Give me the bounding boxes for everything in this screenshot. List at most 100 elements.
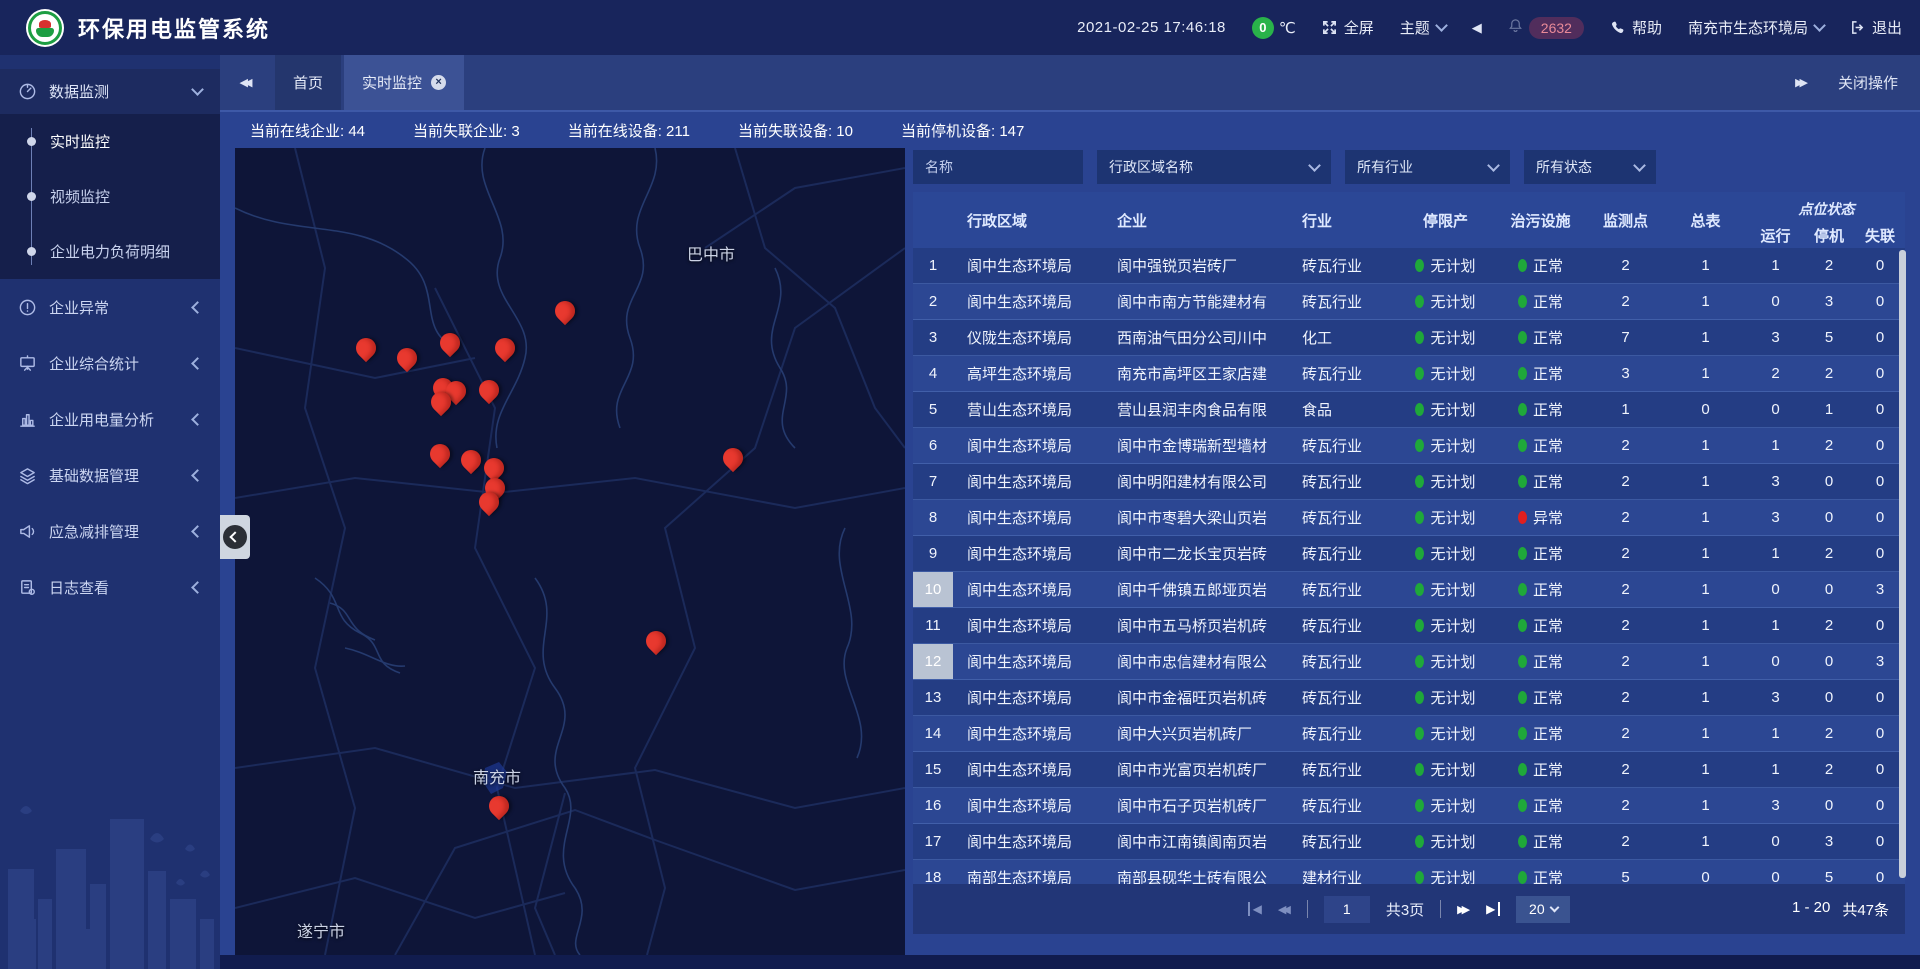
cell-industry: 建材行业 [1288, 860, 1398, 884]
prev-page-button[interactable]: ◀◀ [1278, 903, 1291, 916]
cell-index: 1 [913, 248, 953, 283]
sidebar-item-日志查看[interactable]: 日志查看 [0, 559, 220, 615]
tab-首页[interactable]: 首页 [275, 55, 341, 110]
column-header-run: 运行 [1748, 225, 1803, 246]
cell-region: 阆中生态环境局 [953, 608, 1103, 643]
sidebar-item-label: 应急减排管理 [49, 521, 139, 542]
cell-limit-status: 无计划 [1398, 824, 1493, 859]
sidebar-subitem-实时监控[interactable]: 实时监控 [0, 114, 220, 169]
table-row[interactable]: 3仪陇生态环境局西南油气田分公司川中化工无计划正常71350 [913, 320, 1905, 356]
data-panel: 行政区域名称所有行业所有状态 行政区域 企业 行业 停限产 治污设施 监测点 总… [913, 148, 1905, 955]
logout-button[interactable]: 退出 [1850, 17, 1902, 38]
map-city-label-巴中市: 巴中市 [687, 241, 735, 265]
status-dot-icon [1415, 475, 1424, 488]
chevron-down-icon [1487, 159, 1500, 172]
cell-region: 阆中生态环境局 [953, 752, 1103, 787]
cell-company: 阆中市石子页岩机砖厂 [1103, 788, 1288, 823]
sound-toggle-button[interactable]: ◀ [1472, 20, 1482, 36]
cell-monitor-count: 2 [1588, 608, 1663, 643]
cell-run-count: 1 [1748, 428, 1803, 463]
table-row[interactable]: 14阆中生态环境局阆中大兴页岩机砖厂砖瓦行业无计划正常21120 [913, 716, 1905, 752]
column-header-monitor: 监测点 [1588, 192, 1663, 248]
sidebar-item-基础数据管理[interactable]: 基础数据管理 [0, 447, 220, 503]
table-row[interactable]: 5营山生态环境局营山县润丰肉食品有限食品无计划正常10010 [913, 392, 1905, 428]
cell-run-count: 3 [1748, 320, 1803, 355]
sidebar-item-企业异常[interactable]: 企业异常 [0, 279, 220, 335]
sidebar-subitem-视频监控[interactable]: 视频监控 [0, 169, 220, 224]
notification-area[interactable]: 2632 [1508, 17, 1584, 39]
cell-company: 阆中市江南镇阆南页岩 [1103, 824, 1288, 859]
table-row[interactable]: 13阆中生态环境局阆中市金福旺页岩机砖砖瓦行业无计划正常21300 [913, 680, 1905, 716]
cell-region: 营山生态环境局 [953, 392, 1103, 427]
pages-count-label: 共3页 [1386, 899, 1424, 920]
column-header-index [913, 192, 953, 248]
cell-index: 3 [913, 320, 953, 355]
table-row[interactable]: 9阆中生态环境局阆中市二龙长宝页岩砖砖瓦行业无计划正常21120 [913, 536, 1905, 572]
cell-lost-count: 0 [1855, 824, 1905, 859]
page-number-input[interactable]: 1 [1324, 896, 1370, 923]
tab-实时监控[interactable]: 实时监控× [344, 55, 464, 110]
cell-stop-count: 5 [1803, 860, 1855, 884]
megaphone-icon [18, 522, 37, 541]
sidebar-item-企业综合统计[interactable]: 企业综合统计 [0, 335, 220, 391]
table-row[interactable]: 17阆中生态环境局阆中市江南镇阆南页岩砖瓦行业无计划正常21030 [913, 824, 1905, 860]
table-row[interactable]: 16阆中生态环境局阆中市石子页岩机砖厂砖瓦行业无计划正常21300 [913, 788, 1905, 824]
stat-当前在线设备: 当前在线设备: 211 [568, 120, 690, 141]
table-row[interactable]: 7阆中生态环境局阆中明阳建材有限公司砖瓦行业无计划正常21300 [913, 464, 1905, 500]
sidebar-item-应急减排管理[interactable]: 应急减排管理 [0, 503, 220, 559]
tabs-scroll-left-button[interactable]: ◀◀ [220, 55, 272, 110]
cell-limit-status: 无计划 [1398, 572, 1493, 607]
tabs-scroll-right-button[interactable]: ▶▶ [1795, 76, 1808, 89]
user-dropdown[interactable]: 南充市生态环境局 [1688, 17, 1824, 38]
cell-index: 4 [913, 356, 953, 391]
table-row[interactable]: 11阆中生态环境局阆中市五马桥页岩机砖砖瓦行业无计划正常21120 [913, 608, 1905, 644]
map-canvas[interactable]: 巴中市南充市遂宁市 [235, 148, 905, 955]
first-page-button[interactable]: ◀ [1248, 902, 1262, 916]
chevron-left-icon [191, 525, 204, 538]
sidebar-item-企业用电量分析[interactable]: 企业用电量分析 [0, 391, 220, 447]
table-row[interactable]: 10阆中生态环境局阆中千佛镇五郎垭页岩砖瓦行业无计划正常21003 [913, 572, 1905, 608]
industry-filter-select[interactable]: 所有行业 [1345, 150, 1510, 184]
cell-run-count: 0 [1748, 284, 1803, 319]
table-row[interactable]: 12阆中生态环境局阆中市忠信建材有限公砖瓦行业无计划正常21003 [913, 644, 1905, 680]
tab-close-icon[interactable]: × [431, 75, 446, 90]
table-row[interactable]: 8阆中生态环境局阆中市枣碧大梁山页岩砖瓦行业无计划异常21300 [913, 500, 1905, 536]
last-page-button[interactable]: ▶ [1486, 902, 1500, 916]
theme-dropdown[interactable]: 主题 [1400, 17, 1446, 38]
cell-pollution-status: 异常 [1493, 500, 1588, 535]
cell-company: 阆中市五马桥页岩机砖 [1103, 608, 1288, 643]
close-operations-button[interactable]: 关闭操作 [1838, 72, 1898, 93]
page-size-select[interactable]: 20 [1516, 896, 1570, 923]
region-filter-select[interactable]: 行政区域名称 [1097, 150, 1331, 184]
cell-stop-count: 0 [1803, 788, 1855, 823]
table-scrollbar[interactable] [1899, 250, 1906, 878]
cell-monitor-count: 1 [1588, 392, 1663, 427]
table-row[interactable]: 2阆中生态环境局阆中市南方节能建材有砖瓦行业无计划正常21030 [913, 284, 1905, 320]
next-page-button[interactable]: ▶▶ [1457, 903, 1470, 916]
name-filter-input[interactable] [913, 150, 1083, 184]
cell-stop-count: 2 [1803, 608, 1855, 643]
cell-lost-count: 3 [1855, 644, 1905, 679]
table-row[interactable]: 6阆中生态环境局阆中市金博瑞新型墙材砖瓦行业无计划正常21120 [913, 428, 1905, 464]
cell-index: 9 [913, 536, 953, 571]
sidebar-item-数据监测[interactable]: 数据监测 [0, 69, 220, 114]
cell-meter-count: 1 [1663, 788, 1748, 823]
column-header-pollution: 治污设施 [1493, 192, 1588, 248]
column-header-meter: 总表 [1663, 192, 1748, 248]
table-row[interactable]: 18南部生态环境局南部县砚华土砖有限公建材行业无计划正常50050 [913, 860, 1905, 884]
cell-meter-count: 1 [1663, 428, 1748, 463]
cell-region: 阆中生态环境局 [953, 572, 1103, 607]
fullscreen-button[interactable]: 全屏 [1322, 17, 1374, 38]
cell-monitor-count: 2 [1588, 500, 1663, 535]
cell-pollution-status: 正常 [1493, 536, 1588, 571]
status-filter-select[interactable]: 所有状态 [1524, 150, 1656, 184]
help-button[interactable]: 帮助 [1610, 17, 1662, 38]
table-row[interactable]: 4高坪生态环境局南充市高坪区王家店建砖瓦行业无计划正常31220 [913, 356, 1905, 392]
sidebar-subitem-企业电力负荷明细[interactable]: 企业电力负荷明细 [0, 224, 220, 279]
cell-company: 西南油气田分公司川中 [1103, 320, 1288, 355]
table-row[interactable]: 1阆中生态环境局阆中强锐页岩砖厂砖瓦行业无计划正常21120 [913, 248, 1905, 284]
sidebar-collapse-button[interactable] [220, 515, 250, 559]
table-row[interactable]: 15阆中生态环境局阆中市光富页岩机砖厂砖瓦行业无计划正常21120 [913, 752, 1905, 788]
group-header-point-status: 点位状态 [1799, 192, 1855, 219]
total-label: 共47条 [1842, 899, 1889, 920]
